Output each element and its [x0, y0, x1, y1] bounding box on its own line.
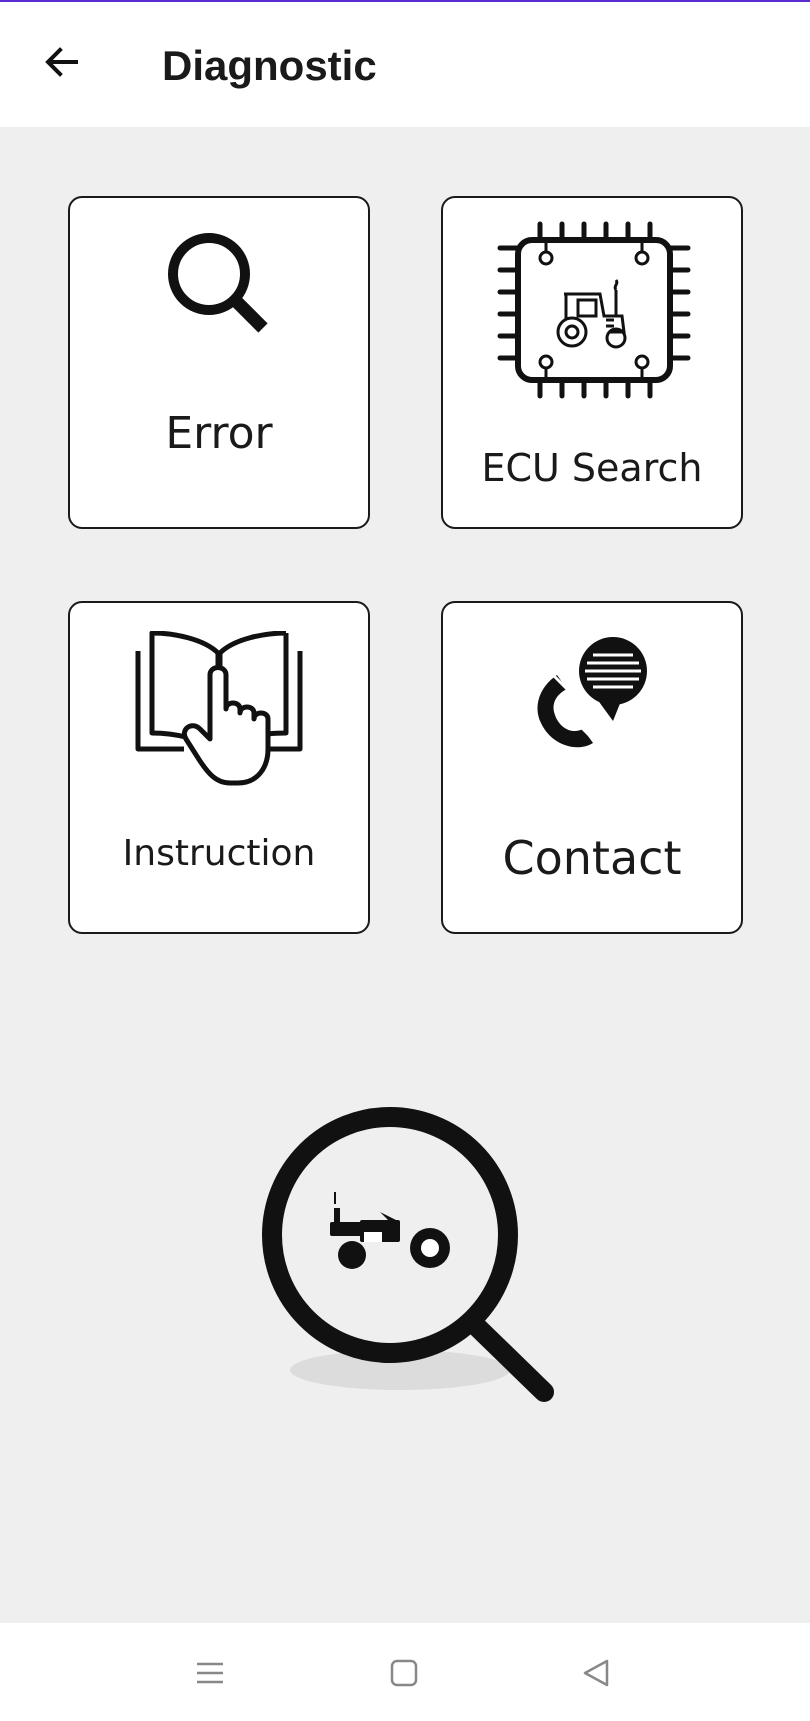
magnifier-icon — [70, 226, 368, 346]
nav-menu-button[interactable] — [190, 1653, 230, 1693]
phone-chat-icon — [443, 635, 741, 755]
ecu-search-card[interactable]: ECU Search — [441, 196, 743, 529]
instruction-label: Instruction — [122, 833, 316, 874]
contact-label: Contact — [502, 831, 682, 885]
instruction-card[interactable]: Instruction — [68, 601, 370, 934]
app-bar: Diagnostic — [0, 2, 810, 127]
back-button[interactable] — [30, 30, 94, 94]
back-triangle-icon — [583, 1659, 609, 1687]
book-hand-icon — [70, 631, 368, 791]
home-square-icon — [390, 1659, 418, 1687]
ecu-chip-tractor-icon — [443, 220, 741, 400]
error-label: Error — [165, 408, 273, 459]
error-card[interactable]: Error — [68, 196, 370, 529]
menu-icon — [197, 1662, 223, 1684]
nav-home-button[interactable] — [384, 1653, 424, 1693]
nav-back-button[interactable] — [576, 1653, 616, 1693]
arrow-left-icon — [45, 47, 78, 77]
contact-card[interactable]: Contact — [441, 601, 743, 934]
ecu-search-label: ECU Search — [481, 446, 703, 490]
tractor-search-icon — [250, 1100, 570, 1420]
page-title: Diagnostic — [162, 42, 377, 89]
system-nav-bar — [0, 1623, 810, 1721]
